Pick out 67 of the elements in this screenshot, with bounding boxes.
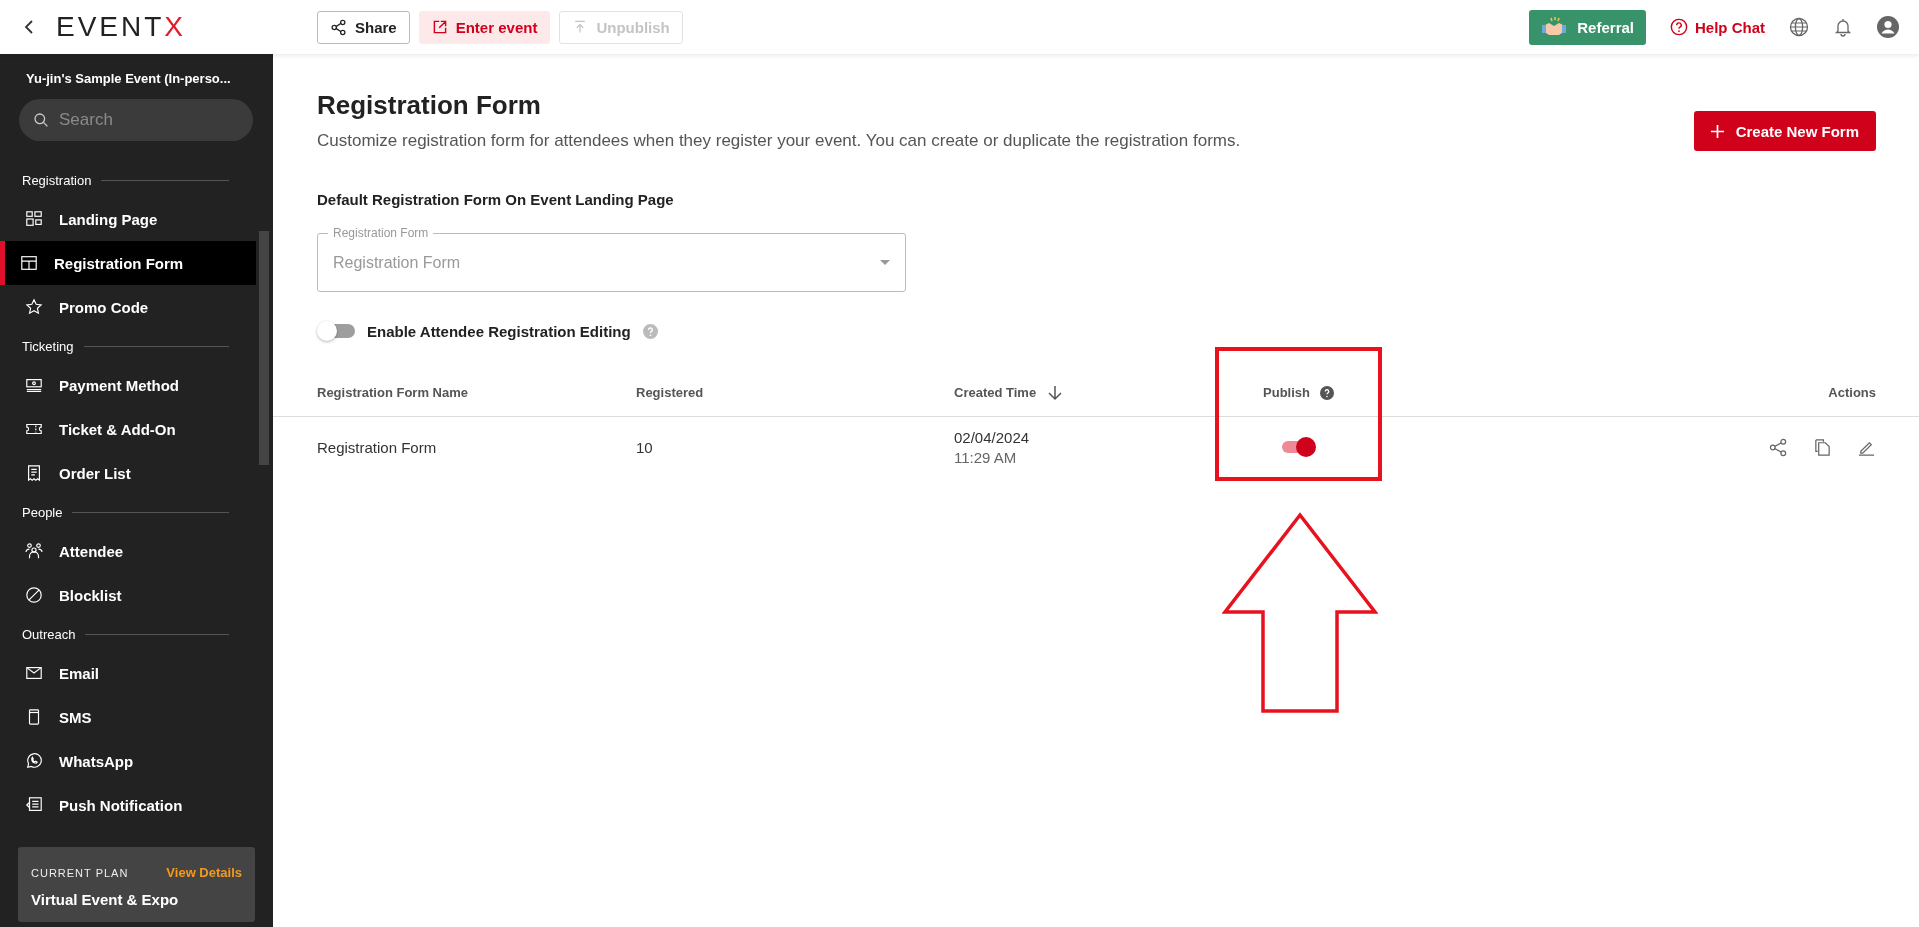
external-link-icon	[431, 19, 448, 35]
share-icon[interactable]	[1769, 437, 1788, 457]
column-header: Registered	[636, 385, 705, 400]
event-title: Yu-jin's Sample Event (In-perso...	[25, 70, 232, 86]
section-heading: People	[22, 504, 63, 520]
star-icon	[25, 298, 43, 316]
share-button[interactable]: Share	[317, 10, 410, 44]
duplicate-icon[interactable]	[1813, 437, 1832, 457]
table-cell-text: 10	[636, 438, 654, 456]
sidebar-item[interactable]: Email	[0, 651, 256, 695]
sort-descending-icon[interactable]	[1048, 384, 1063, 401]
section-heading: Ticketing	[22, 338, 74, 354]
question-circle-icon	[1670, 18, 1688, 36]
toggle-switch[interactable]	[317, 321, 355, 341]
column-header[interactable]: Created Time	[954, 385, 1037, 400]
publish-toggle[interactable]	[1281, 437, 1316, 457]
sidebar-item[interactable]: Promo Code	[0, 285, 256, 329]
help-chat-link[interactable]: Help Chat	[1670, 18, 1765, 36]
sidebar-item[interactable]: Order List	[0, 451, 256, 495]
sidebar-item[interactable]: WhatsApp	[0, 739, 256, 783]
receipt-icon	[25, 464, 43, 482]
bell-icon[interactable]	[1833, 17, 1853, 37]
section-heading: Registration	[22, 172, 92, 188]
chat-bubble-icon	[25, 752, 43, 770]
globe-icon[interactable]	[1789, 17, 1809, 37]
page-title: Registration Form	[317, 90, 542, 121]
sidebar-item[interactable]: Ticket & Add-On	[0, 407, 256, 451]
sidebar-item[interactable]: Blocklist	[0, 573, 256, 617]
table-icon	[20, 254, 38, 272]
back-icon[interactable]	[24, 19, 34, 35]
grid-icon	[25, 210, 43, 228]
scrollbar[interactable]	[259, 231, 269, 465]
column-header: Publish	[1263, 385, 1310, 400]
help-icon[interactable]	[1319, 385, 1334, 400]
page-description: Customize registration form for attendees when they register your event. You can create or duplicate the registration forms.	[317, 131, 1241, 151]
sidebar-item[interactable]: Landing Page	[0, 197, 256, 241]
enter-button[interactable]: Enter event	[418, 10, 551, 44]
banknote-icon	[25, 376, 43, 394]
plan-label: CURRENT PLAN	[31, 866, 129, 879]
toggle-label: Enable Attendee Registration Editing	[367, 322, 631, 340]
created-time: 11:29 AM	[954, 448, 1017, 466]
created-date: 02/04/2024	[954, 428, 1030, 446]
user-avatar-icon[interactable]	[1877, 16, 1899, 38]
sidebar-item[interactable]: Push Notification	[0, 783, 256, 827]
table-cell-text: Registration Form	[317, 438, 438, 456]
section-heading: Default Registration Form On Event Landing Page	[317, 191, 675, 208]
column-header: Actions	[1828, 385, 1876, 400]
dropdown-caret-icon	[880, 260, 890, 265]
prohibited-icon	[25, 586, 43, 604]
sidebar-item[interactable]: Attendee	[0, 529, 256, 573]
column-header: Registration Form Name	[317, 385, 469, 400]
create-new-form-button[interactable]: Create New Form	[1693, 111, 1876, 151]
share-icon	[330, 18, 347, 36]
message-list-icon	[25, 796, 43, 814]
plan-name: Virtual Event & Expo	[31, 891, 180, 908]
section-heading: Outreach	[22, 626, 76, 642]
view-details-link[interactable]: View Details	[166, 865, 242, 880]
sidebar-item[interactable]: Registration Form	[0, 241, 256, 285]
envelope-icon	[25, 664, 43, 682]
search-field[interactable]: Search	[19, 99, 253, 141]
sidebar-item[interactable]: SMS	[0, 695, 256, 739]
people-icon	[25, 542, 43, 560]
handshake-icon	[1541, 17, 1568, 37]
logo[interactable]: EVENTX	[56, 11, 187, 43]
sidebar-item[interactable]: Payment Method	[0, 363, 256, 407]
referral-button[interactable]: Referral	[1529, 9, 1646, 45]
plus-icon	[1710, 124, 1724, 138]
